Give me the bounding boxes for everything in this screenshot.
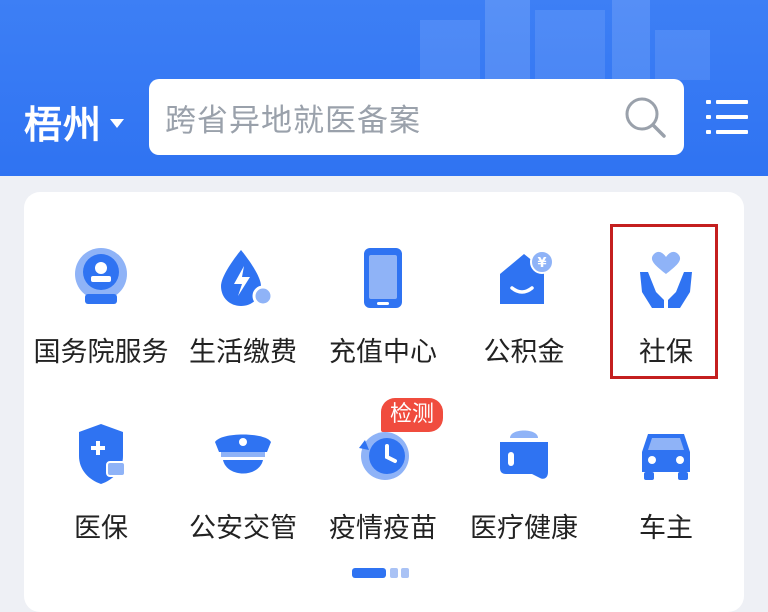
service-social-security[interactable]: 社保	[596, 246, 736, 396]
utility-payment-icon	[221, 250, 274, 307]
service-label: 国务院服务	[33, 337, 169, 368]
service-label: 医保	[74, 513, 128, 544]
social-security-icon	[640, 251, 692, 308]
service-car-owner[interactable]: 车主	[596, 422, 736, 572]
service-housing-fund[interactable]: ¥ 公积金	[454, 246, 594, 396]
service-medical-insurance[interactable]: 医保	[31, 422, 171, 572]
housing-fund-icon: ¥	[500, 250, 554, 304]
skyline-decoration	[535, 10, 605, 80]
page-dot	[390, 568, 398, 578]
medical-insurance-icon	[79, 424, 126, 484]
search-bar[interactable]: 跨省异地就医备案	[149, 79, 684, 155]
medical-health-icon	[500, 430, 548, 479]
service-label: 公积金	[483, 337, 565, 368]
city-selector[interactable]: 梧州	[24, 94, 125, 149]
service-police-traffic[interactable]: 公安交管	[173, 422, 313, 572]
skyline-decoration	[485, 0, 530, 80]
skyline-decoration	[655, 30, 710, 80]
recharge-phone-icon	[364, 248, 402, 308]
skyline-decoration	[612, 0, 650, 80]
car-owner-icon	[642, 434, 690, 480]
search-icon[interactable]	[620, 92, 670, 142]
service-state-council[interactable]: 国务院服务	[31, 246, 171, 396]
service-utility-payment[interactable]: 生活缴费	[173, 246, 313, 396]
header-bar: 梧州 跨省异地就医备案	[0, 0, 768, 176]
service-label: 社保	[639, 337, 693, 368]
service-label: 公安交管	[189, 513, 297, 544]
caret-down-icon	[110, 119, 125, 128]
service-label: 充值中心	[329, 337, 437, 368]
service-medical-health[interactable]: 医疗健康	[454, 422, 594, 572]
state-council-icon	[75, 248, 127, 304]
skyline-decoration	[420, 20, 480, 80]
menu-list-icon[interactable]	[706, 95, 750, 139]
service-epidemic-vaccine[interactable]: 疫情疫苗	[313, 422, 453, 572]
page-indicator	[352, 568, 409, 578]
service-label: 车主	[639, 513, 693, 544]
service-label: 医疗健康	[470, 513, 578, 544]
detection-badge: 检测	[381, 398, 444, 432]
svg-text:¥: ¥	[537, 256, 546, 271]
service-label: 疫情疫苗	[329, 513, 437, 544]
service-recharge-center[interactable]: 充值中心	[313, 246, 453, 396]
page-dot-active	[352, 568, 386, 578]
police-traffic-icon	[215, 434, 271, 474]
city-name: 梧州	[24, 103, 103, 147]
service-label: 生活缴费	[189, 337, 297, 368]
page-dot	[401, 568, 409, 578]
search-placeholder: 跨省异地就医备案	[165, 102, 421, 139]
